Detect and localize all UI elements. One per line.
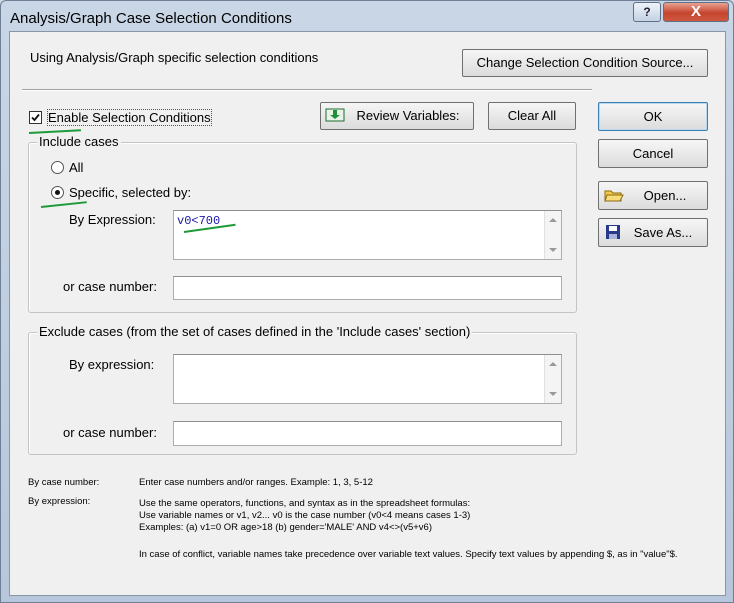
help-expression-line1: Use the same operators, functions, and s… (139, 498, 471, 509)
include-expression-scrollbar[interactable] (544, 211, 561, 259)
include-all-label[interactable]: All (69, 160, 83, 175)
save-as-label: Save As... (633, 225, 693, 240)
exclude-case-number-label: or case number: (63, 425, 157, 440)
help-case-number-title: By case number: (28, 477, 100, 488)
window-title: Analysis/Graph Case Selection Conditions (10, 10, 292, 27)
include-case-number-label: or case number: (63, 279, 157, 294)
change-source-label: Change Selection Condition Source... (476, 55, 694, 70)
exclude-expression-scrollbar[interactable] (544, 355, 561, 403)
include-specific-radio[interactable] (51, 186, 64, 199)
help-button[interactable]: ? (633, 2, 661, 22)
include-specific-label[interactable]: Specific, selected by: (69, 185, 191, 200)
exclude-cases-title: Exclude cases (from the set of cases def… (37, 324, 473, 339)
floppy-disk-icon (606, 225, 620, 239)
review-variables-icon (325, 108, 345, 122)
review-variables-label: Review Variables: (356, 108, 460, 123)
dialog-body: Using Analysis/Graph specific selection … (9, 31, 726, 596)
change-source-button[interactable]: Change Selection Condition Source... (462, 49, 708, 77)
include-all-radio[interactable] (51, 161, 64, 174)
enable-checkbox[interactable] (29, 111, 42, 124)
source-status-text: Using Analysis/Graph specific selection … (30, 50, 319, 65)
scroll-down-icon[interactable] (549, 392, 557, 396)
include-case-number-input[interactable] (173, 276, 562, 300)
ok-label: OK (643, 109, 663, 124)
scroll-up-icon[interactable] (549, 218, 557, 222)
exclude-expression-label: By expression: (69, 357, 155, 372)
header-divider (22, 89, 592, 91)
clear-all-button[interactable]: Clear All (488, 102, 576, 130)
cancel-button[interactable]: Cancel (598, 139, 708, 168)
exclude-case-number-input[interactable] (173, 421, 562, 446)
clear-all-label: Clear All (507, 108, 557, 123)
review-variables-button[interactable]: Review Variables: (320, 102, 474, 130)
scroll-up-icon[interactable] (549, 362, 557, 366)
help-expression-line2: Use variable names or v1, v2... v0 is th… (139, 510, 471, 521)
enable-label[interactable]: Enable Selection Conditions (47, 109, 212, 126)
cancel-label: Cancel (632, 146, 674, 161)
ok-button[interactable]: OK (598, 102, 708, 131)
close-icon: X (690, 3, 701, 20)
help-case-number-text: Enter case numbers and/or ranges. Exampl… (139, 477, 373, 488)
include-expression-input[interactable]: v0<700 (173, 210, 562, 260)
include-expression-label: By Expression: (69, 212, 156, 227)
dialog-window: Analysis/Graph Case Selection Conditions… (0, 0, 734, 603)
open-button[interactable]: Open... (598, 181, 708, 210)
help-expression-title: By expression: (28, 496, 91, 507)
help-conflict-text: In case of conflict, variable names take… (139, 549, 678, 560)
radio-selected-dot (55, 190, 60, 195)
title-bar[interactable]: Analysis/Graph Case Selection Conditions… (1, 1, 733, 31)
open-folder-icon (604, 190, 624, 202)
save-as-button[interactable]: Save As... (598, 218, 708, 247)
checkmark-icon (31, 113, 40, 122)
include-cases-title: Include cases (37, 134, 121, 149)
help-icon: ? (643, 5, 651, 19)
close-button[interactable]: X (663, 2, 729, 22)
scroll-down-icon[interactable] (549, 248, 557, 252)
exclude-expression-input[interactable] (173, 354, 562, 404)
help-expression-line3: Examples: (a) v1=0 OR age>18 (b) gender=… (139, 522, 432, 533)
open-label: Open... (643, 188, 687, 203)
